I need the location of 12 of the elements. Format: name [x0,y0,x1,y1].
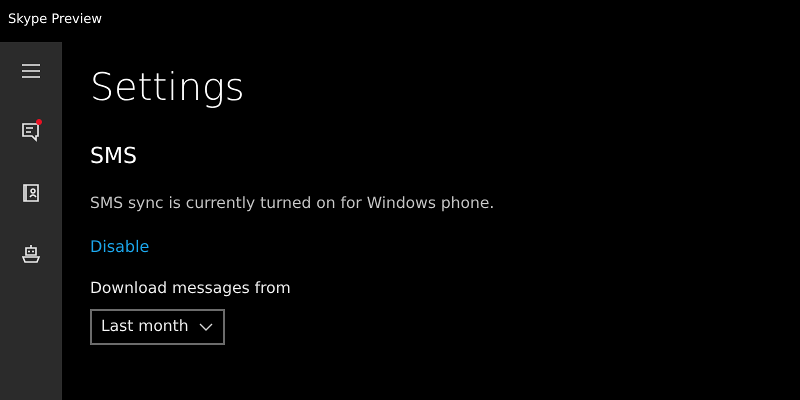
page-title: Settings [90,64,245,111]
disable-link[interactable]: Disable [90,236,150,258]
menu-icon [21,63,41,79]
window-title: Skype Preview [8,12,102,28]
field-label: Download messages from [90,278,291,299]
section-heading: SMS [90,143,137,171]
chat-icon [21,121,41,143]
contacts-icon [22,183,40,203]
chevron-icon [198,322,213,331]
robot-icon [21,244,41,264]
dropdown[interactable]: Last month [90,309,225,346]
status-text: SMS sync is currently turned on for Windows phone. [90,193,494,214]
